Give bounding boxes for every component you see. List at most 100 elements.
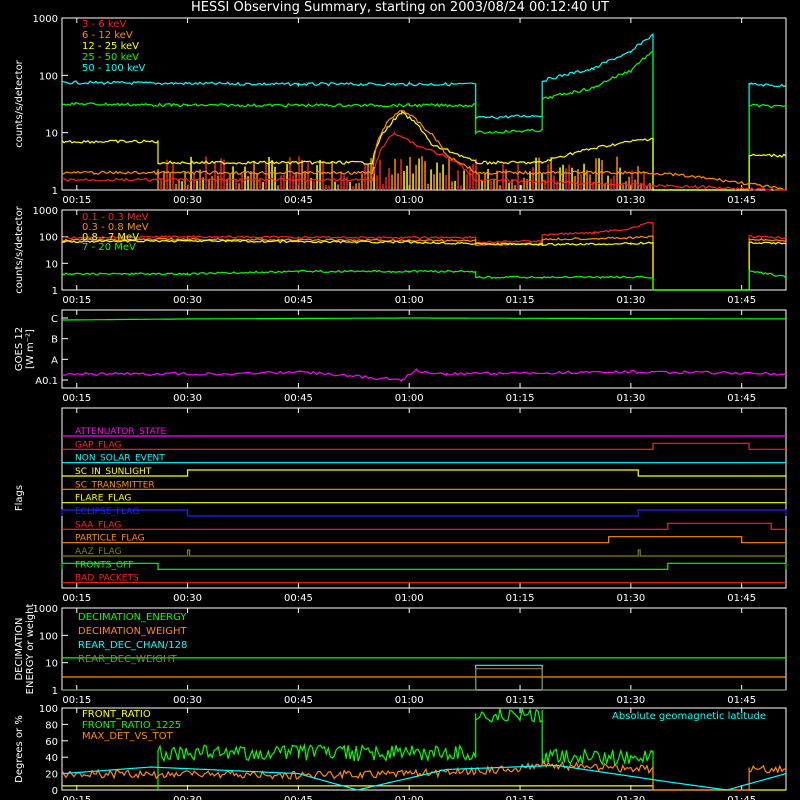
legend-entry: 6 - 12 keV [82, 30, 133, 41]
y-axis-label: counts/s/detector [14, 59, 25, 147]
panel-frame-3 [61, 309, 787, 389]
x-tick-label: 01:15 [506, 593, 535, 604]
x-tick-label: 00:30 [173, 195, 202, 206]
legend-entry: REAR_DEC_CHAN/128 [78, 640, 187, 651]
legend-entry: FRONT_RATIO_1225 [82, 720, 181, 731]
y-tick-label: 40 [45, 753, 58, 764]
x-tick-label: 00:30 [173, 393, 202, 404]
legend-entry: FRONT_RATIO [82, 709, 151, 720]
y-axis-label-text: Flags [14, 485, 25, 511]
flag-line [62, 522, 786, 530]
y-tick-label: 1000 [33, 206, 58, 217]
x-tick-label: 01:45 [727, 295, 756, 306]
series-line [62, 664, 786, 691]
legend-entry: 50 - 100 keV [82, 63, 146, 74]
x-tick-label: 01:30 [616, 393, 645, 404]
x-tick-label: 00:45 [284, 393, 313, 404]
series-line [61, 33, 787, 191]
y-axis-label: Flags [14, 485, 25, 511]
y-tick-label: 1 [52, 286, 58, 297]
legend-entry: DECIMATION_ENERGY [78, 612, 187, 623]
x-tick-label: 00:15 [62, 593, 91, 604]
x-tick-label: 01:00 [395, 295, 424, 306]
flag-label: NON_SOLAR_EVENT [75, 454, 165, 464]
x-tick-label: 01:15 [506, 695, 535, 706]
flag-line [62, 549, 786, 557]
panel-frame-2 [61, 209, 787, 291]
y-axis-label: counts/s/detector [14, 205, 25, 293]
x-tick-label: 00:15 [62, 195, 91, 206]
x-tick-label: 00:30 [173, 295, 202, 306]
y-tick-label: A [51, 355, 58, 366]
x-tick-label: 01:45 [727, 593, 756, 604]
y-tick-label: 1000 [33, 604, 58, 615]
y-axis-label-text: counts/s/detector [14, 59, 25, 147]
x-tick-label: 01:00 [395, 795, 424, 800]
legend-entry: 3 - 6 keV [82, 19, 126, 30]
flag-line [61, 509, 787, 517]
flag-line [62, 536, 786, 544]
legend-entry: REAR_DEC_WEIGHT [78, 654, 177, 665]
y-tick-label: 10 [45, 259, 58, 270]
y-tick-label: 10 [45, 129, 58, 140]
x-tick-label: 01:45 [727, 393, 756, 404]
series-line [61, 269, 787, 291]
x-tick-label: 00:15 [62, 393, 91, 404]
x-tick-label: 00:45 [284, 795, 313, 800]
legend-entry: MAX_DET_VS_TOT [82, 731, 174, 742]
x-tick-label: 01:45 [727, 695, 756, 706]
y-tick-label: 1 [52, 686, 58, 697]
series-line [157, 708, 654, 790]
x-tick-label: 00:45 [284, 593, 313, 604]
legend-entry: 7 - 20 MeV [82, 242, 136, 253]
y-tick-label: 100 [39, 233, 58, 244]
x-tick-label: 00:15 [62, 695, 91, 706]
y-tick-label: 100 [39, 71, 58, 82]
x-tick-label: 01:30 [616, 795, 645, 800]
x-tick-label: 00:45 [284, 695, 313, 706]
y-tick-label: B [51, 335, 58, 346]
x-tick-label: 01:45 [727, 195, 756, 206]
geomagnetic-annotation: Absolute geomagnetic latitude [612, 711, 766, 722]
panel-frame-4 [61, 407, 787, 589]
flag-line [62, 442, 786, 450]
y-tick-label: 1000 [33, 14, 58, 25]
x-tick-label: 00:45 [284, 295, 313, 306]
flag-label: SC_IN_SUNLIGHT [75, 467, 152, 477]
flag-label: ATTENUATOR_STATE [75, 427, 167, 437]
goes-line [62, 317, 786, 321]
flag-label: ECLIPSE_FLAG [75, 507, 139, 517]
legend-entry: 12 - 25 keV [82, 41, 139, 52]
x-tick-label: 01:15 [506, 795, 535, 800]
x-tick-label: 01:00 [395, 195, 424, 206]
legend-entry: DECIMATION_WEIGHT [78, 626, 187, 637]
x-tick-label: 01:30 [616, 695, 645, 706]
y-tick-label: 1 [52, 186, 58, 197]
x-tick-label: 00:45 [284, 195, 313, 206]
x-tick-label: 01:00 [395, 393, 424, 404]
y-axis-label-text: DECIMATION [14, 617, 25, 680]
x-tick-label: 01:30 [616, 195, 645, 206]
y-axis-label-text: [W m⁻²] [25, 329, 36, 369]
y-tick-label: 100 [39, 704, 58, 715]
legend-entry: 25 - 50 keV [82, 52, 139, 63]
x-tick-label: 00:15 [62, 295, 91, 306]
flag-label: BAD_PACKETS [75, 574, 139, 584]
x-tick-label: 01:15 [506, 195, 535, 206]
flag-label: SC_TRANSMITTER [75, 480, 155, 490]
x-tick-label: 00:30 [173, 695, 202, 706]
x-tick-label: 01:00 [395, 593, 424, 604]
y-axis-label-text: counts/s/detector [14, 205, 25, 293]
y-axis-label-text: GOES 12 [14, 327, 25, 371]
x-tick-label: 01:30 [616, 295, 645, 306]
series-line [61, 239, 787, 291]
y-tick-label: 20 [45, 770, 58, 781]
y-tick-label: A0.1 [35, 376, 58, 387]
x-tick-label: 00:30 [173, 795, 202, 800]
x-tick-label: 00:30 [173, 593, 202, 604]
series-line [62, 785, 786, 791]
x-tick-label: 01:15 [506, 295, 535, 306]
y-axis-label: DECIMATION ENERGY or weight [14, 604, 36, 695]
flag-label: PARTICLE_FLAG [75, 534, 145, 544]
y-tick-label: 80 [45, 720, 58, 731]
